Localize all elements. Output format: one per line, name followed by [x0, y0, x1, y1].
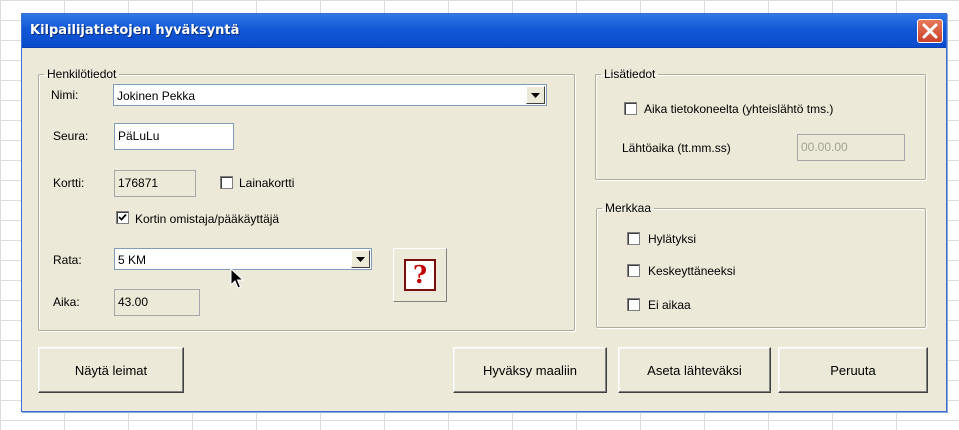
lisatiedot-group: Lisätiedot: [595, 68, 926, 180]
kortin-omistaja-label[interactable]: Kortin omistaja/pääkäyttäjä: [135, 212, 279, 226]
aika-field: 43.00: [114, 289, 200, 316]
rata-label: Rata:: [53, 253, 82, 267]
aika-label: Aika:: [53, 295, 80, 309]
help-icon: ?: [404, 259, 436, 291]
nimi-value: Jokinen Pekka: [117, 89, 196, 103]
aika-tietokoneelta-checkbox[interactable]: [624, 102, 637, 115]
rata-dropdown-button[interactable]: [351, 250, 370, 268]
rata-combobox[interactable]: 5 KM: [114, 248, 372, 270]
hyvaksy-maaliin-button[interactable]: Hyväksy maaliin: [453, 347, 607, 393]
nimi-combobox[interactable]: Jokinen Pekka: [113, 84, 547, 106]
kortti-field: 176871: [114, 170, 196, 197]
keskeyttaneeksi-checkbox[interactable]: [627, 264, 640, 277]
lainakortti-checkbox[interactable]: [220, 176, 233, 189]
rata-value: 5 KM: [118, 253, 147, 267]
title-bar[interactable]: Kilpailijatietojen hyväksyntä: [22, 14, 946, 48]
close-icon: [922, 23, 938, 39]
nayta-leimat-button[interactable]: Näytä leimat: [38, 347, 184, 393]
lisatiedot-legend: Lisätiedot: [604, 67, 656, 81]
mouse-pointer-icon: [230, 268, 244, 289]
nimi-dropdown-button[interactable]: [526, 86, 545, 104]
aseta-lahtevaksi-button[interactable]: Aseta lähteväksi: [618, 347, 771, 393]
aika-tietokoneelta-label[interactable]: Aika tietokoneelta (yhteislähtö tms.): [644, 102, 833, 116]
checkmark-icon: [118, 213, 127, 221]
ei-aikaa-checkbox[interactable]: [627, 298, 640, 311]
nimi-label: Nimi:: [51, 88, 79, 102]
ei-aikaa-label[interactable]: Ei aikaa: [648, 298, 691, 312]
lahtoaika-input: 00.00.00: [797, 134, 905, 161]
kortti-label: Kortti:: [53, 176, 85, 190]
chevron-down-icon: [356, 256, 365, 262]
dialog-window: Kilpailijatietojen hyväksyntä Henkilötie…: [21, 13, 947, 412]
lahtoaika-label: Lähtöaika (tt.mm.ss): [622, 141, 731, 155]
hylatyksi-checkbox[interactable]: [627, 232, 640, 245]
keskeyttaneeksi-label[interactable]: Keskeyttäneeksi: [648, 264, 735, 278]
kortin-omistaja-checkbox[interactable]: [116, 211, 129, 224]
merkkaa-group: Merkkaa: [596, 202, 926, 328]
lainakortti-label[interactable]: Lainakortti: [239, 176, 294, 190]
window-title: Kilpailijatietojen hyväksyntä: [30, 23, 240, 38]
hylatyksi-label[interactable]: Hylätyksi: [648, 232, 696, 246]
peruuta-button[interactable]: Peruuta: [778, 347, 928, 393]
merkkaa-legend: Merkkaa: [605, 201, 652, 215]
help-button[interactable]: ?: [393, 248, 447, 302]
henkilotiedot-legend: Henkilötiedot: [47, 67, 117, 81]
seura-label: Seura:: [53, 129, 89, 143]
seura-input[interactable]: PäLuLu: [114, 123, 234, 150]
close-button[interactable]: [917, 19, 943, 43]
chevron-down-icon: [531, 92, 540, 98]
